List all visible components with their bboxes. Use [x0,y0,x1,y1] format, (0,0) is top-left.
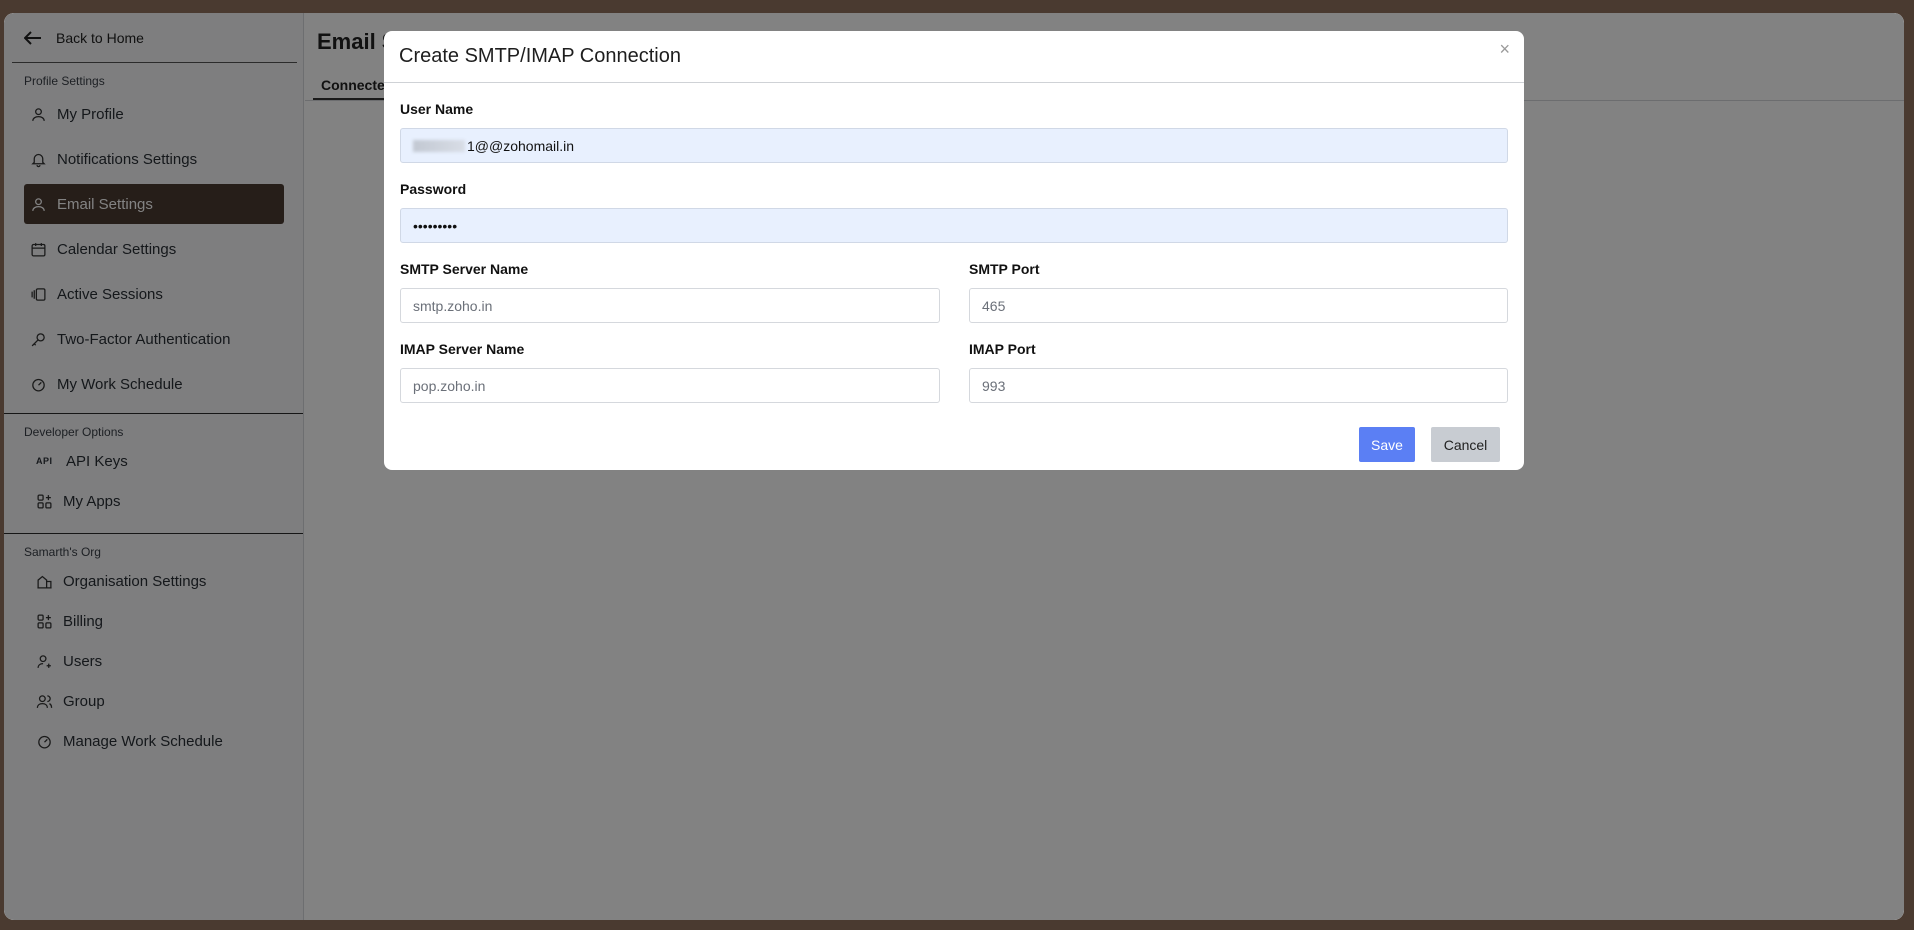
smtp-port-placeholder: 465 [982,297,1006,314]
imap-port-input[interactable]: 993 [969,368,1508,403]
save-button[interactable]: Save [1359,427,1415,462]
password-label: Password [400,181,467,197]
password-value: ••••••••• [413,217,458,234]
smtp-server-label: SMTP Server Name [400,261,529,277]
smtp-port-label: SMTP Port [969,261,1040,277]
smtp-port-input[interactable]: 465 [969,288,1508,323]
imap-port-label: IMAP Port [969,341,1036,357]
cancel-button[interactable]: Cancel [1431,427,1500,462]
password-field[interactable]: ••••••••• [400,208,1508,243]
dialog-title: Create SMTP/IMAP Connection [399,45,681,67]
smtp-imap-dialog: Create SMTP/IMAP Connection × User Name … [384,31,1524,470]
smtp-server-placeholder: smtp.zoho.in [413,297,493,314]
redacted-text [413,139,465,152]
imap-server-input[interactable]: pop.zoho.in [400,368,940,403]
username-value: 1@@zohomail.in [467,137,575,154]
divider [384,82,1524,83]
imap-server-placeholder: pop.zoho.in [413,377,486,394]
close-icon[interactable]: × [1499,39,1510,60]
username-label: User Name [400,101,474,117]
smtp-server-input[interactable]: smtp.zoho.in [400,288,940,323]
username-field[interactable]: 1@@zohomail.in [400,128,1508,163]
imap-server-label: IMAP Server Name [400,341,525,357]
imap-port-placeholder: 993 [982,377,1006,394]
